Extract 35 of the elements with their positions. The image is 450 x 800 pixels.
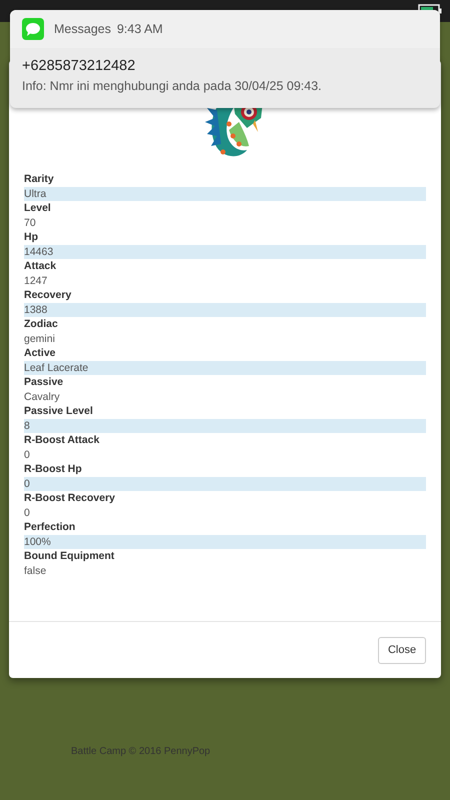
- notification-time: 9:43 AM: [116, 22, 163, 36]
- stat-value: 8: [24, 418, 426, 433]
- stat-value: 0: [24, 506, 31, 520]
- message-bubble-icon: [22, 18, 44, 40]
- sender-number: +6285873212482: [22, 58, 136, 74]
- stat-label: Level: [24, 201, 52, 216]
- stat-value: 100%: [24, 534, 426, 549]
- stat-value: 70: [24, 216, 37, 230]
- stat-label: Recovery: [24, 288, 72, 302]
- stat-label: Passive Level: [24, 404, 94, 418]
- stat-label: Attack: [24, 259, 58, 274]
- stat-value: false: [24, 564, 48, 578]
- stat-label: R-Boost Hp: [24, 462, 83, 476]
- stat-label: Perfection: [24, 520, 76, 534]
- message-text: Info: Nmr ini menghubungi anda pada 30/04/25 09:43.: [22, 79, 323, 93]
- stat-value: 0: [24, 476, 426, 491]
- stat-value: gemini: [24, 332, 56, 346]
- stat-value: Ultra: [24, 186, 426, 201]
- stat-label: Hp: [24, 230, 39, 244]
- stat-label: Zodiac: [24, 317, 59, 332]
- stat-value: Cavalry: [24, 390, 61, 404]
- stat-value: 0: [24, 448, 31, 462]
- stat-label: R-Boost Recovery: [24, 491, 116, 506]
- stat-label: Passive: [24, 375, 64, 390]
- stat-value: Leaf Lacerate: [24, 360, 426, 375]
- stat-label: Bound Equipment: [24, 549, 116, 564]
- stat-label: Active: [24, 346, 57, 360]
- notification-card[interactable]: Messages 9:43 AM +6285873212482 Info: Nmr ini menghubungi anda pada 30/04/25 09:43.: [10, 10, 440, 108]
- stat-label: R-Boost Attack: [24, 433, 100, 448]
- close-button[interactable]: Close: [378, 636, 426, 664]
- stat-value: 14463: [24, 244, 426, 259]
- stat-value: 1388: [24, 302, 426, 317]
- stat-value: 1247: [24, 274, 48, 288]
- app-name: Messages: [54, 22, 111, 36]
- stat-label: Rarity: [24, 172, 55, 186]
